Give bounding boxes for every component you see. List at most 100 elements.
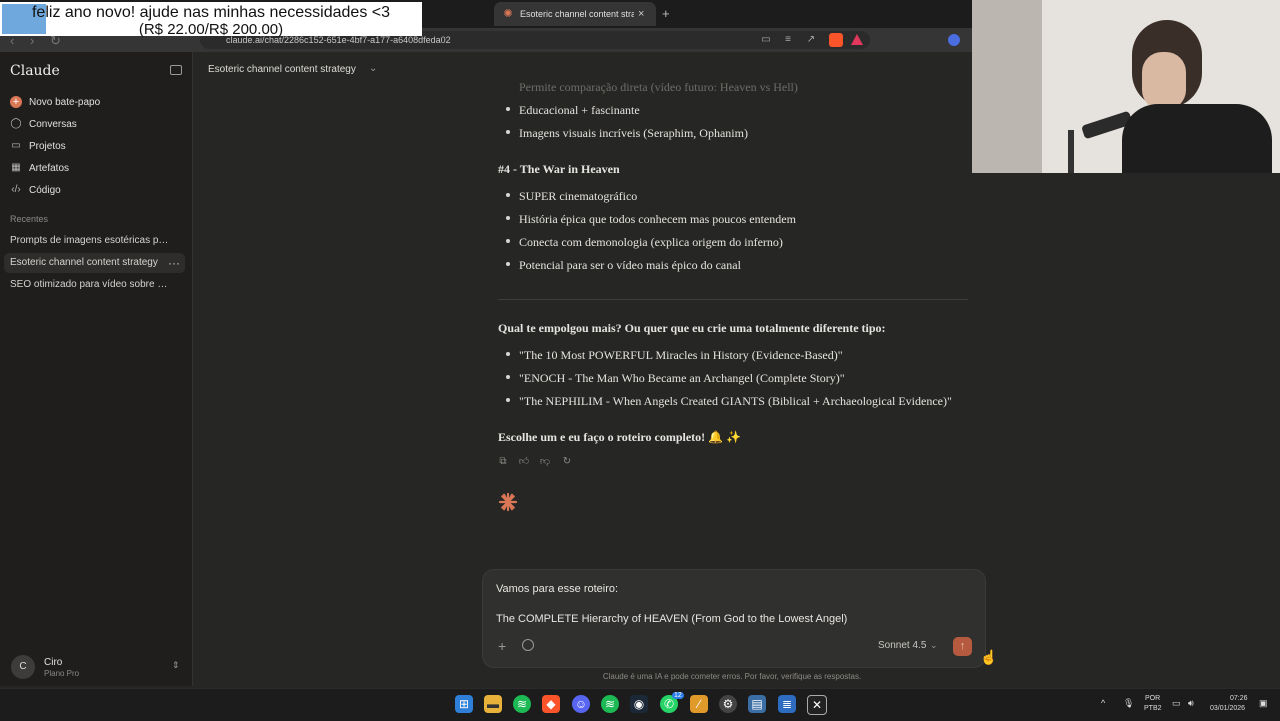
webcam-mic-stand [1068, 130, 1074, 173]
sidebar-item-label: Conversas [29, 118, 77, 130]
sidebar-item-projects[interactable]: ▭ Projetos [10, 137, 66, 155]
sidebar-item-label: Código [29, 184, 61, 196]
browser-tab-active[interactable]: ✺ Esoteric channel content strateg × [494, 2, 656, 26]
claude-spark-icon [498, 492, 518, 512]
send-button[interactable]: ↑ [953, 637, 972, 656]
bullet-dot [506, 375, 510, 379]
start-icon[interactable]: ⊞ [455, 695, 473, 713]
banner-line-2: (R$ 22.00/R$ 200.00) [138, 21, 284, 38]
lang-indicator[interactable]: POR [1145, 695, 1160, 702]
bullet-dot [506, 239, 510, 243]
volume-icon[interactable]: 🔊︎ [1188, 698, 1194, 709]
bullet-dot [506, 193, 510, 197]
app-icon[interactable]: ∕ [690, 695, 708, 713]
folder-icon: ▭ [11, 140, 21, 151]
sidebar-toggle-icon[interactable] [170, 65, 182, 75]
sidebar-item-artifacts[interactable]: ▦ Artefatos [10, 159, 69, 177]
claude-logo[interactable]: Claude [10, 63, 60, 79]
user-name[interactable]: Ciro [44, 657, 62, 668]
spotify-2-icon[interactable]: ≋ [601, 695, 619, 713]
disclaimer-text: Claude é uma IA e pode cometer erros. Po… [602, 672, 862, 681]
composer-line-2[interactable]: The COMPLETE Hierarchy of HEAVEN (From G… [496, 613, 847, 625]
network-icon[interactable]: ▭ [1172, 698, 1181, 709]
bullet-dot [506, 398, 510, 402]
list-item: Potencial para ser o vídeo mais épico do… [519, 258, 741, 272]
grid-icon: ▦ [11, 162, 21, 173]
sidebar-item-code[interactable]: ‹/› Código [10, 181, 61, 199]
recent-chat-item[interactable]: SEO otimizado para vídeo sobre o... [10, 279, 170, 290]
capcut-icon[interactable]: ✕ [807, 695, 827, 715]
copy-icon[interactable]: ⧉ [497, 456, 509, 468]
recent-chat-item-active[interactable]: Esoteric channel content strategy [10, 257, 160, 268]
thumbs-down-icon[interactable]: 👎︎ [539, 456, 551, 468]
new-tab-icon[interactable]: + [662, 6, 670, 21]
whatsapp-badge: 12 [672, 692, 684, 699]
bullet-dot [506, 352, 510, 356]
webcam-person-face [1142, 52, 1186, 110]
brave-rewards-icon[interactable] [851, 34, 863, 45]
webcam-overlay [972, 0, 1280, 173]
chat-title[interactable]: Esoteric channel content strategy [208, 64, 356, 75]
section-heading: #4 - The War in Heaven [498, 162, 620, 176]
retry-icon[interactable]: ↻ [561, 456, 573, 468]
file-explorer-icon[interactable]: ▬ [484, 695, 502, 713]
cast-icon[interactable]: ▭ [760, 34, 772, 46]
chevron-down-icon[interactable]: ⌄ [930, 640, 938, 651]
more-options-icon[interactable]: ··· [168, 256, 180, 270]
close-tab-icon[interactable]: × [638, 8, 644, 20]
bullet-dot [506, 262, 510, 266]
share-icon[interactable]: ↗ [805, 34, 817, 46]
clock-date[interactable]: 03/01/2026 [1210, 705, 1245, 712]
chevron-updown-icon[interactable]: ⇕ [172, 660, 180, 671]
bullet-dot [506, 130, 510, 134]
sidebar-item-label: Projetos [29, 140, 66, 152]
notification-icon[interactable]: ▣ [1259, 698, 1268, 709]
microphone-icon[interactable]: 🎙︎ [1123, 698, 1134, 709]
extension-icon[interactable] [948, 34, 960, 46]
sidebar-item-new-chat[interactable]: + Novo bate-papo [10, 93, 100, 111]
keyboard-layout[interactable]: PTB2 [1144, 705, 1162, 712]
faded-bullet-text: Permite comparação direta (vídeo futuro:… [519, 80, 798, 94]
sidebar-item-label: Artefatos [29, 162, 70, 174]
question-text: Qual te empolgou mais? Ou quer que eu cr… [498, 321, 886, 335]
webcam-person-body [1122, 104, 1272, 173]
recents-heading: Recentes [10, 214, 49, 224]
brave-icon[interactable]: ◆ [542, 695, 560, 713]
discord-icon[interactable]: ☺ [572, 695, 590, 713]
settings-icon[interactable]: ⚙ [719, 695, 737, 713]
list-item: "ENOCH - The Man Who Became an Archangel… [519, 371, 845, 385]
spotify-icon[interactable]: ≋ [513, 695, 531, 713]
chevron-down-icon[interactable]: ⌄ [369, 63, 377, 74]
list-item: "The 10 Most POWERFUL Miracles in Histor… [519, 348, 843, 362]
notepad-icon[interactable]: ≣ [778, 695, 796, 713]
list-item: Imagens visuais incríveis (Seraphim, Oph… [519, 126, 748, 140]
list-item: "The NEPHILIM - When Angels Created GIAN… [519, 394, 952, 408]
claude-favicon-icon: ✺ [503, 8, 513, 20]
chat-icon: ◯ [10, 118, 22, 129]
mouse-cursor-icon: ☝ [980, 649, 998, 665]
list-item: SUPER cinematográfico [519, 189, 638, 203]
add-attachment-icon[interactable]: + [498, 638, 506, 654]
steam-icon[interactable]: ◉ [630, 695, 648, 713]
model-selector[interactable]: Sonnet 4.5 [878, 640, 926, 651]
tab-title: Esoteric channel content strateg [520, 9, 634, 19]
list-item: Educacional + fascinante [519, 103, 640, 117]
clock-time[interactable]: 07:26 [1230, 695, 1248, 702]
calculator-icon[interactable]: ▤ [748, 695, 766, 713]
bullet-dot [506, 216, 510, 220]
code-icon: ‹/› [11, 184, 21, 195]
sidebar-item-label: Novo bate-papo [29, 96, 101, 108]
history-icon[interactable] [522, 639, 534, 651]
sidebar-item-conversations[interactable]: ◯ Conversas [10, 115, 77, 133]
banner-line-1: feliz ano novo! ajude nas minhas necessi… [31, 4, 390, 21]
brave-shield-icon[interactable] [829, 33, 843, 47]
closing-text: Escolhe um e eu faço o roteiro completo!… [498, 430, 742, 444]
recent-chat-item[interactable]: Prompts de imagens esotéricas pa... [10, 235, 170, 246]
divider [498, 299, 968, 300]
thumbs-up-icon[interactable]: 👍︎ [518, 456, 530, 468]
list-item: Conecta com demonologia (explica origem … [519, 235, 783, 249]
composer-line-1[interactable]: Vamos para esse roteiro: [496, 583, 618, 595]
reader-icon[interactable]: ≡ [782, 34, 794, 46]
tray-expand-icon[interactable]: ^ [1101, 698, 1105, 708]
bullet-dot [506, 107, 510, 111]
